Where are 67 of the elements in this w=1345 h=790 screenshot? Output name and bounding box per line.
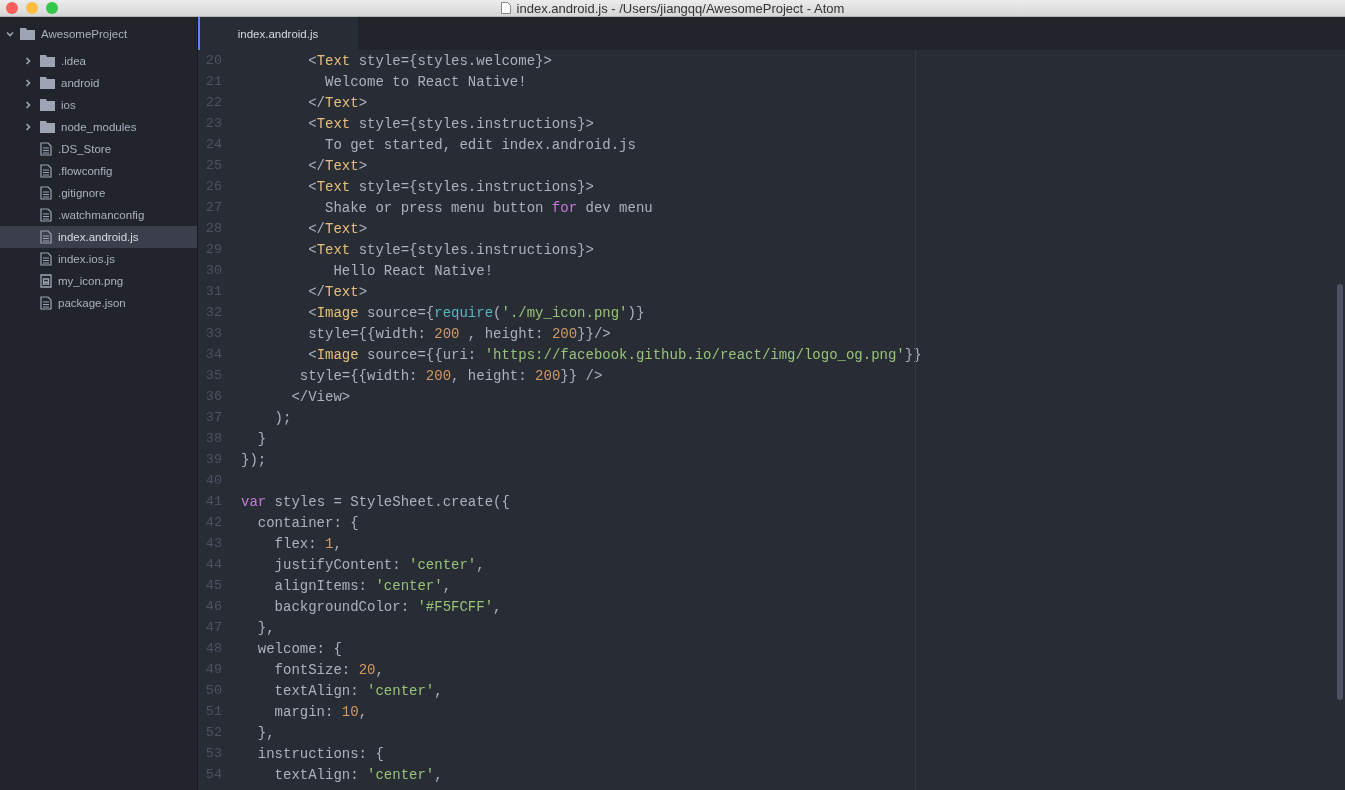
folder-icon [20, 28, 35, 40]
code-line: margin: 10, [273, 703, 368, 720]
document-icon [500, 2, 511, 14]
tree-item[interactable]: AwesomeProject [0, 23, 197, 45]
code-line: alignItems: 'center', [273, 577, 452, 594]
code-line: backgroundColor: '#F5FCFF', [273, 598, 502, 615]
file-icon [40, 142, 52, 156]
tree-item[interactable]: android [0, 72, 197, 94]
scrollbar[interactable] [1337, 284, 1343, 700]
code-line: </Text> [307, 157, 368, 174]
code-line: Welcome to React Native! [324, 73, 527, 90]
maximize-icon[interactable] [46, 2, 58, 14]
file-icon [40, 230, 52, 244]
tree-item[interactable]: .idea [0, 50, 197, 72]
folder-icon [40, 121, 55, 133]
code-line: fontSize: 20, [273, 661, 384, 678]
code-line: </View> [290, 388, 351, 405]
tree-item[interactable]: my_icon.png [0, 270, 197, 292]
folder-icon [40, 99, 55, 111]
code-line: }); [241, 451, 267, 468]
tree-item[interactable]: .flowconfig [0, 160, 197, 182]
code-line: }, [256, 619, 275, 636]
file-icon [40, 186, 52, 200]
code-line: Hello React Native! [332, 262, 494, 279]
code-line: } [256, 430, 267, 447]
tree-item[interactable]: .watchmanconfig [0, 204, 197, 226]
code-line: }, [256, 724, 275, 741]
tree-item[interactable]: package.json [0, 292, 197, 314]
code-line: </Text> [307, 283, 368, 300]
editor-tab[interactable]: index.android.js [198, 17, 358, 50]
code-line: To get started, edit index.android.js [324, 136, 636, 153]
code-line: style={{width: 200 , height: 200}}/> [307, 325, 611, 342]
file-icon [40, 208, 52, 222]
image-file-icon [40, 274, 52, 288]
minimize-icon[interactable] [26, 2, 38, 14]
close-icon[interactable] [6, 2, 18, 14]
code-line: var styles = StyleSheet.create({ [241, 493, 510, 510]
code-line: style={{width: 200, height: 200}} /> [298, 367, 603, 384]
code-line: container: { [256, 514, 359, 531]
code-line: <Image source={require('./my_icon.png')} [307, 304, 645, 321]
file-icon [40, 296, 52, 310]
code-line: ); [273, 409, 292, 426]
code-line: <Text style={styles.instructions}> [307, 178, 594, 195]
code-line: <Text style={styles.instructions}> [307, 241, 594, 258]
code-line: textAlign: 'center', [273, 682, 443, 699]
window-title: index.android.js - /Users/jiangqq/AwesomeProject - Atom [516, 0, 845, 16]
tree-item[interactable]: index.ios.js [0, 248, 197, 270]
code-line: flex: 1, [273, 535, 342, 552]
folder-icon [40, 77, 55, 89]
code-line: <Text style={styles.welcome}> [307, 52, 552, 69]
code-line: <Text style={styles.instructions}> [307, 115, 594, 132]
tree-item[interactable]: .DS_Store [0, 138, 197, 160]
tree-item[interactable]: index.android.js [0, 226, 197, 248]
folder-icon [40, 55, 55, 67]
file-icon [40, 164, 52, 178]
tree-item[interactable]: .gitignore [0, 182, 197, 204]
code-line: justifyContent: 'center', [273, 556, 485, 573]
code-line: </Text> [307, 220, 368, 237]
code-line: welcome: { [256, 640, 342, 657]
code-line: <Image source={{uri: 'https://facebook.github.io/react/img/logo_og.png'}} [307, 346, 922, 363]
code-line: Shake or press menu button for dev menu [324, 199, 653, 216]
code-line: instructions: { [256, 745, 384, 762]
tree-item[interactable]: ios [0, 94, 197, 116]
code-line: </Text> [307, 94, 368, 111]
code-line: textAlign: 'center', [273, 766, 443, 783]
tree-item[interactable]: node_modules [0, 116, 197, 138]
file-icon [40, 252, 52, 266]
